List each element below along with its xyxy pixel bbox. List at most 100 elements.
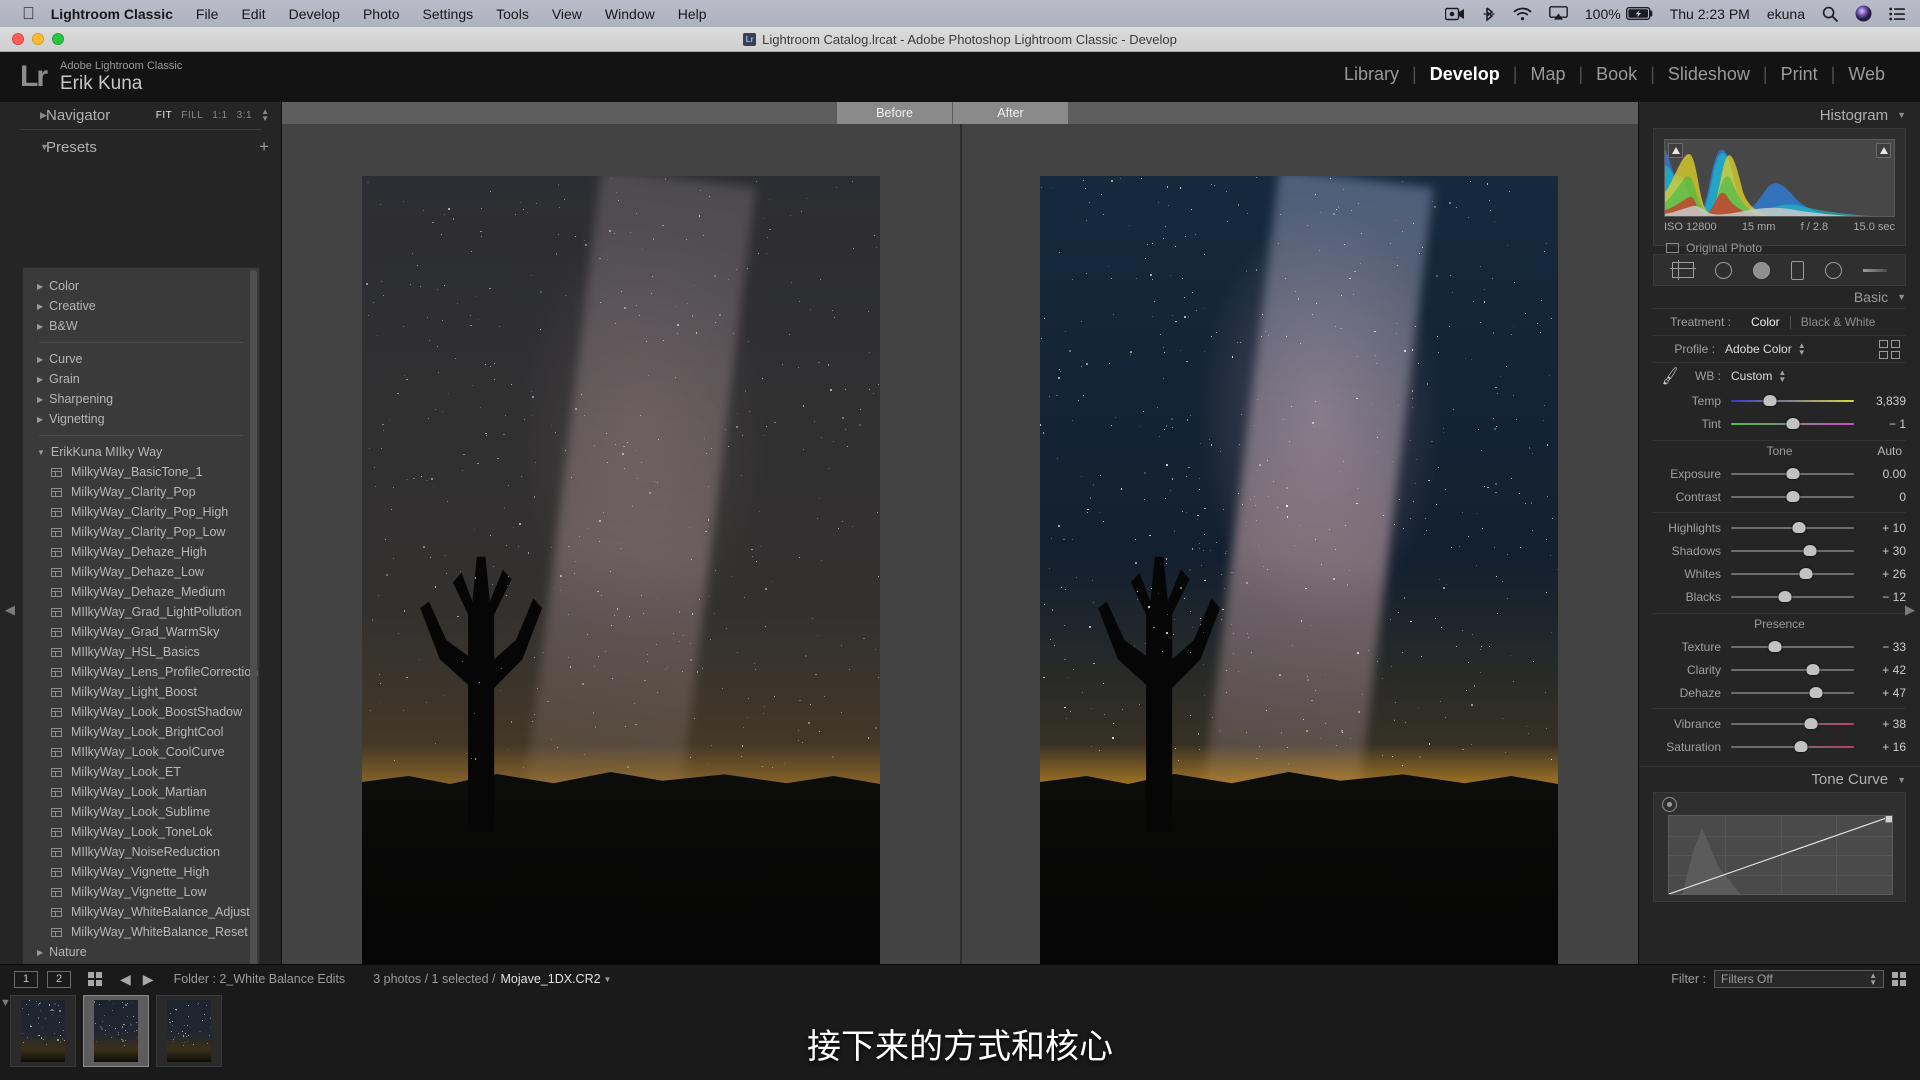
- treatment-color-option[interactable]: Color: [1741, 315, 1790, 329]
- radial-filter-icon[interactable]: [1825, 262, 1842, 279]
- texture-value[interactable]: − 33: [1854, 640, 1906, 654]
- treatment-bw-option[interactable]: Black & White: [1791, 315, 1886, 329]
- preset-item[interactable]: MilkyWay_Dehaze_Medium: [23, 582, 259, 602]
- eyedropper-icon[interactable]: 🖌: [1652, 364, 1689, 388]
- preset-group-bw[interactable]: ▶ B&W: [23, 316, 259, 336]
- module-develop[interactable]: Develop: [1417, 64, 1513, 85]
- preset-group-erikkuna-milkyway[interactable]: ▼ ErikKuna MIlky Way: [23, 442, 259, 462]
- shadows-slider[interactable]: [1731, 545, 1854, 556]
- filmstrip-filename[interactable]: Mojave_1DX.CR2: [501, 972, 601, 986]
- mask-brush-icon[interactable]: [1753, 262, 1770, 279]
- crop-tool-icon[interactable]: [1672, 262, 1694, 278]
- menu-settings[interactable]: Settings: [423, 6, 474, 22]
- navigator-zoom-stepper-icon[interactable]: ▲ ▼: [261, 108, 269, 122]
- preset-item[interactable]: MilkyWay_Clarity_Pop_Low: [23, 522, 259, 542]
- module-library[interactable]: Library: [1331, 64, 1412, 85]
- preset-item[interactable]: MIlkyWay_Look_CoolCurve: [23, 742, 259, 762]
- whites-value[interactable]: + 26: [1854, 567, 1906, 581]
- spot-removal-icon[interactable]: [1715, 262, 1732, 279]
- bluetooth-icon[interactable]: [1482, 6, 1496, 22]
- stepper-icon[interactable]: ▲ ▼: [1869, 972, 1877, 986]
- blacks-value[interactable]: − 12: [1854, 590, 1906, 604]
- basic-panel-header[interactable]: Basic ▼: [1639, 286, 1920, 308]
- preset-item[interactable]: MilkyWay_BasicTone_1: [23, 462, 259, 482]
- identity-plate[interactable]: Lr Adobe Lightroom Classic Erik Kuna: [0, 60, 182, 95]
- preset-item[interactable]: MilkyWay_Look_ET: [23, 762, 259, 782]
- menu-window[interactable]: Window: [605, 6, 655, 22]
- navigate-back-icon[interactable]: ◀: [120, 971, 131, 988]
- exposure-value[interactable]: 0.00: [1854, 467, 1906, 481]
- preset-item[interactable]: MilkyWay_Vignette_Low: [23, 882, 259, 902]
- navigate-forward-icon[interactable]: ▶: [143, 971, 154, 988]
- menu-edit[interactable]: Edit: [241, 6, 265, 22]
- histogram-header[interactable]: Histogram ▼: [1639, 102, 1920, 128]
- preset-item[interactable]: MilkyWay_Light_Boost: [23, 682, 259, 702]
- navigator-zoom-fit[interactable]: FIT: [156, 110, 173, 121]
- preset-group-creative[interactable]: ▶ Creative: [23, 296, 259, 316]
- tint-slider[interactable]: [1731, 418, 1854, 429]
- graduated-filter-icon[interactable]: [1863, 269, 1887, 272]
- scrollbar-thumb[interactable]: [250, 270, 257, 970]
- battery-charging-icon[interactable]: [1626, 7, 1653, 20]
- after-image-pane[interactable]: [960, 124, 1638, 1028]
- highlight-clipping-icon[interactable]: [1876, 143, 1891, 158]
- navigator-zoom-1-1[interactable]: 1:1: [212, 110, 227, 121]
- module-print[interactable]: Print: [1768, 64, 1831, 85]
- shadow-clipping-icon[interactable]: [1668, 143, 1683, 158]
- preset-item[interactable]: MilkyWay_Dehaze_High: [23, 542, 259, 562]
- saturation-slider[interactable]: [1731, 741, 1854, 752]
- preset-item[interactable]: MilkyWay_Clarity_Pop: [23, 482, 259, 502]
- clarity-value[interactable]: + 42: [1854, 663, 1906, 677]
- histogram-graph[interactable]: [1664, 139, 1895, 217]
- tint-value[interactable]: − 1: [1854, 417, 1906, 431]
- profile-value[interactable]: Adobe Color: [1725, 342, 1792, 356]
- tone-curve-point[interactable]: [1885, 815, 1893, 823]
- highlights-value[interactable]: + 10: [1854, 521, 1906, 535]
- filmstrip-folder-label[interactable]: Folder : 2_White Balance Edits: [174, 972, 346, 986]
- screen-record-icon[interactable]: [1445, 7, 1465, 21]
- grid-view-icon[interactable]: [88, 972, 102, 986]
- after-photo[interactable]: [1040, 176, 1558, 976]
- preset-item[interactable]: MilkyWay_Vignette_High: [23, 862, 259, 882]
- preset-item[interactable]: MilkyWay_Look_Martian: [23, 782, 259, 802]
- module-book[interactable]: Book: [1583, 64, 1650, 85]
- search-icon[interactable]: [1822, 6, 1838, 22]
- menu-tools[interactable]: Tools: [496, 6, 529, 22]
- chevron-down-icon[interactable]: ▼: [604, 975, 612, 984]
- control-center-icon[interactable]: [1889, 7, 1906, 21]
- auto-tone-button[interactable]: Auto: [1877, 441, 1902, 462]
- module-slideshow[interactable]: Slideshow: [1655, 64, 1763, 85]
- filter-grid-icon[interactable]: [1892, 972, 1906, 986]
- navigator-zoom-3-1[interactable]: 3:1: [237, 110, 252, 121]
- preset-item[interactable]: MilkyWay_Look_BrightCool: [23, 722, 259, 742]
- menu-file[interactable]: File: [196, 6, 219, 22]
- before-image-pane[interactable]: [282, 124, 960, 1028]
- contrast-slider[interactable]: [1731, 491, 1854, 502]
- preset-item[interactable]: MIlkyWay_HSL_Basics: [23, 642, 259, 662]
- right-panel-collapse-arrow[interactable]: ▶: [1905, 602, 1915, 618]
- filter-select[interactable]: Filters Off ▲ ▼: [1714, 970, 1884, 988]
- module-map[interactable]: Map: [1517, 64, 1578, 85]
- preset-item[interactable]: MIlkyWay_Grad_LightPollution: [23, 602, 259, 622]
- stepper-icon[interactable]: ▲ ▼: [1778, 369, 1786, 383]
- highlights-slider[interactable]: [1731, 522, 1854, 533]
- original-photo-toggle[interactable]: Original Photo: [1666, 241, 1762, 255]
- menu-help[interactable]: Help: [678, 6, 707, 22]
- preset-item[interactable]: MilkyWay_WhiteBalance_Adjust: [23, 902, 259, 922]
- blacks-slider[interactable]: [1731, 591, 1854, 602]
- preset-group-sharpening[interactable]: ▶ Sharpening: [23, 389, 259, 409]
- preset-item[interactable]: MilkyWay_Look_BoostShadow: [23, 702, 259, 722]
- airplay-icon[interactable]: [1549, 6, 1568, 21]
- wifi-icon[interactable]: [1513, 7, 1532, 21]
- tone-curve-header[interactable]: Tone Curve ▼: [1639, 766, 1920, 792]
- preset-group-grain[interactable]: ▶ Grain: [23, 369, 259, 389]
- presets-header[interactable]: ▼ Presets +: [0, 134, 281, 160]
- vibrance-value[interactable]: + 38: [1854, 717, 1906, 731]
- preset-item[interactable]: MilkyWay_Lens_ProfileCorrection: [23, 662, 259, 682]
- whites-slider[interactable]: [1731, 568, 1854, 579]
- chevron-right-icon[interactable]: ▶: [40, 110, 47, 121]
- menu-user-name[interactable]: ekuna: [1767, 6, 1805, 22]
- chevron-down-icon[interactable]: ▼: [1897, 775, 1906, 785]
- vertical-tool-icon[interactable]: [1791, 261, 1804, 280]
- image-stage[interactable]: [282, 124, 1638, 1028]
